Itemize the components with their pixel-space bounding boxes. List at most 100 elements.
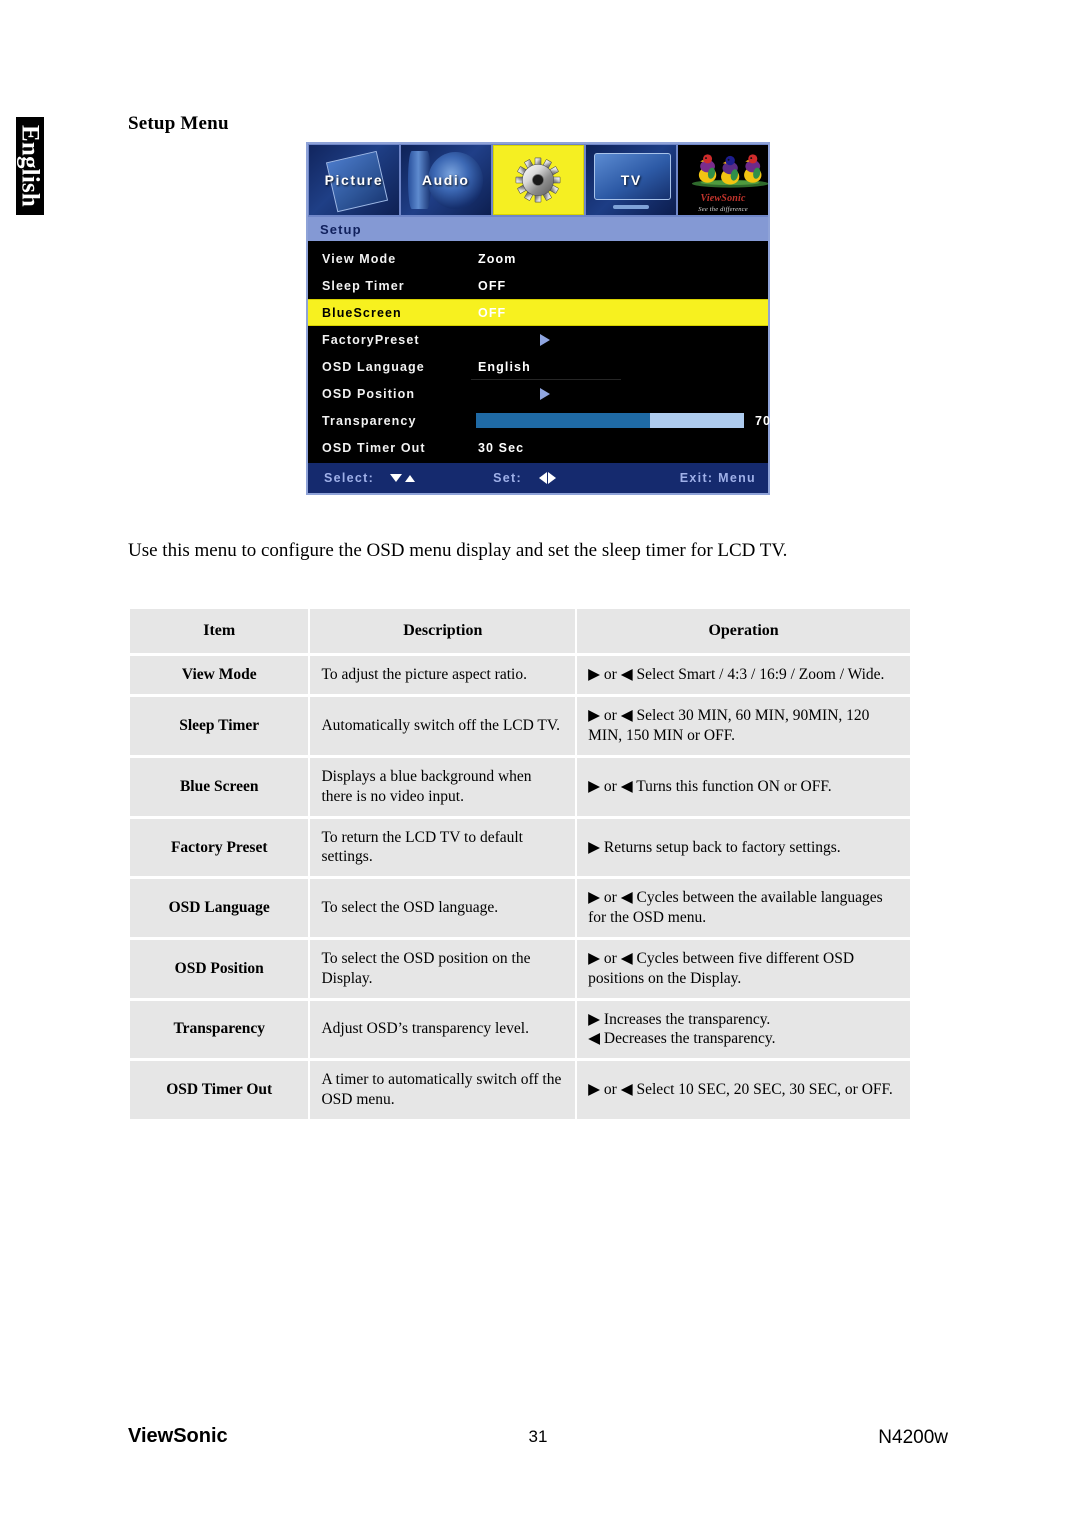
- language-tab: English: [16, 117, 44, 215]
- table-header-operation: Operation: [577, 609, 910, 654]
- cell-description: Adjust OSD’s transparency level.: [310, 1000, 576, 1059]
- chevron-right-icon: [540, 387, 550, 400]
- cell-item: Blue Screen: [130, 757, 309, 816]
- osd-tab-audio[interactable]: Audio: [400, 145, 491, 215]
- operation-line: ▶ or ◀ Turns this function ON or OFF.: [588, 777, 832, 795]
- operation-line: ▶ or ◀ Select 30 MIN, 60 MIN, 90MIN, 120…: [588, 707, 870, 745]
- operation-line: ▶ or ◀ Cycles between five different OSD…: [588, 949, 855, 987]
- chevron-right-icon: [540, 333, 550, 346]
- cell-item: Transparency: [130, 1000, 309, 1059]
- cell-operation: ▶ or ◀ Turns this function ON or OFF.: [577, 757, 910, 816]
- cell-item: Factory Preset: [130, 818, 309, 877]
- status-set-label: Set:: [493, 471, 522, 485]
- osd-row-value: English: [478, 359, 531, 374]
- cell-item: OSD Language: [130, 879, 309, 937]
- osd-row-osd-position[interactable]: OSD Position: [308, 380, 768, 407]
- osd-row-label: View Mode: [322, 251, 397, 266]
- status-select-label: Select:: [324, 471, 375, 485]
- osd-section-header: Setup: [308, 217, 768, 241]
- osd-row-label: FactoryPreset: [322, 332, 420, 347]
- osd-row-value: OFF: [478, 278, 507, 293]
- slider-fill: [476, 413, 651, 428]
- osd-row-osd-timer-out[interactable]: OSD Timer Out 30 Sec: [308, 434, 768, 461]
- osd-tab-audio-label: Audio: [421, 172, 470, 188]
- operation-line: ▶ or ◀ Select Smart / 4:3 / 16:9 / Zoom …: [588, 666, 885, 684]
- cell-operation: ▶ Increases the transparency. ◀ Decrease…: [577, 1000, 910, 1059]
- osd-row-label: OSD Position: [322, 386, 416, 401]
- osd-row-factory-preset[interactable]: FactoryPreset: [308, 326, 768, 353]
- operation-line: ◀ Decreases the transparency.: [588, 1030, 776, 1048]
- footer-model: N4200w: [878, 1427, 948, 1448]
- table-header-row: Item Description Operation: [130, 609, 910, 654]
- cell-description: To return the LCD TV to default settings…: [310, 818, 576, 877]
- osd-row-sleep-timer[interactable]: Sleep Timer OFF: [308, 272, 768, 299]
- osd-section-header-label: Setup: [320, 221, 362, 237]
- transparency-slider[interactable]: 70: [472, 413, 771, 428]
- cell-item: Sleep Timer: [130, 697, 309, 755]
- table-row: Blue Screen Displays a blue background w…: [130, 757, 910, 816]
- gear-icon: [516, 157, 561, 203]
- table-header-item: Item: [130, 609, 309, 654]
- viewsonic-tagline: See the difference: [698, 205, 748, 213]
- osd-row-transparency[interactable]: Transparency 70: [308, 407, 771, 434]
- page-title: Setup Menu: [128, 113, 229, 134]
- osd-row-label: BlueScreen: [322, 305, 402, 320]
- operation-line: ▶ or ◀ Select 10 SEC, 20 SEC, 30 SEC, or…: [588, 1081, 893, 1099]
- triangle-down-icon: [390, 474, 403, 482]
- cell-description: Displays a blue background when there is…: [310, 757, 576, 816]
- viewsonic-logo-text: ViewSonic: [700, 193, 746, 204]
- osd-row-value: Zoom: [478, 251, 517, 266]
- osd-tab-picture[interactable]: Picture: [309, 145, 399, 215]
- osd-row-bluescreen[interactable]: BlueScreen OFF: [308, 299, 768, 326]
- osd-tab-tv-label: TV: [620, 172, 642, 188]
- osd-row-value: [472, 333, 762, 346]
- table-row: View Mode To adjust the picture aspect r…: [130, 656, 910, 695]
- page-footer: ViewSonic 31 N4200w: [128, 1425, 948, 1451]
- triangle-right-icon: [547, 472, 556, 484]
- osd-row-label: Transparency: [322, 413, 417, 428]
- cell-operation: ▶ Returns setup back to factory settings…: [577, 818, 910, 877]
- table-row: Factory Preset To return the LCD TV to d…: [130, 818, 910, 877]
- slider-value: 70: [755, 413, 771, 428]
- osd-row-value: [472, 387, 762, 400]
- cell-description: To select the OSD position on the Displa…: [310, 939, 576, 998]
- language-tab-label: English: [16, 124, 44, 208]
- osd-row-view-mode[interactable]: View Mode Zoom: [308, 245, 768, 272]
- osd-tab-picture-label: Picture: [324, 172, 384, 188]
- footer-page-number: 31: [528, 1427, 548, 1446]
- viewsonic-birds-icon: [692, 154, 768, 188]
- triangle-up-icon: [405, 474, 416, 482]
- table-row: OSD Timer Out A timer to automatically s…: [130, 1061, 910, 1119]
- osd-tab-viewsonic-logo: ViewSonic See the difference: [678, 145, 768, 215]
- osd-row-label: OSD Language: [322, 359, 425, 374]
- osd-tab-setup[interactable]: [492, 145, 585, 215]
- cell-description: To adjust the picture aspect ratio.: [310, 656, 576, 695]
- status-exit-label: Exit: Menu: [679, 471, 756, 485]
- osd-row-osd-language[interactable]: OSD Language English: [308, 353, 768, 380]
- cell-operation: ▶ or ◀ Select 30 MIN, 60 MIN, 90MIN, 120…: [577, 697, 910, 755]
- intro-paragraph: Use this menu to configure the OSD menu …: [128, 540, 788, 561]
- cell-description: To select the OSD language.: [310, 879, 576, 937]
- setup-options-table: Item Description Operation View Mode To …: [128, 606, 912, 1122]
- cell-item: View Mode: [130, 656, 309, 695]
- cell-operation: ▶ or ◀ Cycles between the available lang…: [577, 879, 910, 937]
- osd-status-bar: Select: Set: Exit: Menu: [308, 463, 768, 493]
- cell-description: A timer to automatically switch off the …: [310, 1061, 576, 1119]
- cell-operation: ▶ or ◀ Cycles between five different OSD…: [577, 939, 910, 998]
- table-row: Transparency Adjust OSD’s transparency l…: [130, 1000, 910, 1059]
- osd-row-label: Sleep Timer: [322, 278, 405, 293]
- cell-item: OSD Position: [130, 939, 309, 998]
- table-header-description: Description: [310, 609, 576, 654]
- osd-row-value: 30 Sec: [478, 440, 525, 455]
- table-row: OSD Language To select the OSD language.…: [130, 879, 910, 937]
- osd-tab-tv[interactable]: TV: [586, 145, 677, 215]
- cell-description: Automatically switch off the LCD TV.: [310, 697, 576, 755]
- osd-row-label: OSD Timer Out: [322, 440, 426, 455]
- osd-menu-screenshot: Picture Audio TV ViewSonic See the diffe…: [306, 142, 770, 495]
- select-updown-icons: [390, 474, 416, 482]
- osd-menu-list: View Mode Zoom Sleep Timer OFF BlueScree…: [308, 241, 771, 463]
- set-leftright-icons: [538, 472, 556, 484]
- cell-operation: ▶ or ◀ Select 10 SEC, 20 SEC, 30 SEC, or…: [577, 1061, 910, 1119]
- operation-line: ▶ Increases the transparency.: [588, 1010, 771, 1028]
- slider-track[interactable]: [476, 413, 744, 428]
